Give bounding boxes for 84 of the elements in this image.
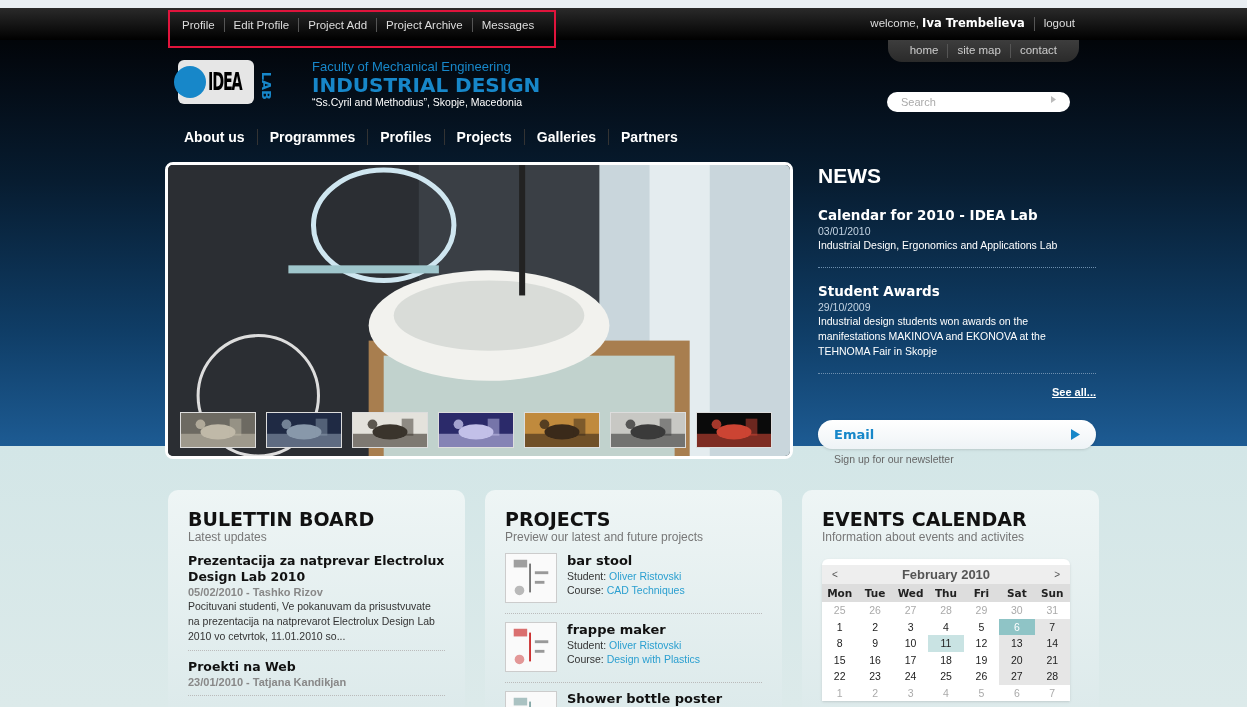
post-title[interactable]: Proekti na Web — [188, 658, 445, 675]
main-nav-link[interactable]: About us — [184, 126, 245, 148]
project-student: Student: Oliver Ristovski — [567, 568, 683, 583]
submit-arrow-icon[interactable] — [1071, 429, 1080, 440]
calendar-day[interactable]: 23 — [857, 668, 893, 685]
department-name: INDUSTRIAL DESIGN — [312, 74, 541, 96]
logout-link[interactable]: logout — [1043, 15, 1075, 33]
calendar-day[interactable]: 7 — [1034, 618, 1070, 636]
calendar-day[interactable]: 27 — [999, 668, 1035, 685]
post-excerpt: Pocituvani studenti, Ve pokanuvam da prisustvuvate na prezentacija na natprevarot Electrolux Design Lab 2010 vo cetvrtok, 11.01.2010 so... — [188, 598, 436, 644]
main-nav-link[interactable]: Galleries — [536, 126, 596, 148]
utility-link[interactable]: home — [909, 42, 939, 60]
email-field[interactable]: Email — [818, 420, 1096, 449]
news-headline[interactable]: Calendar for 2010 - IDEA Lab — [818, 205, 1096, 224]
main-nav-link[interactable]: Partners — [621, 126, 678, 148]
utility-link[interactable]: site map — [957, 42, 1001, 60]
calendar-day[interactable]: 16 — [857, 651, 893, 669]
post-meta: 05/02/2010 - Tashko Rizov — [188, 584, 324, 599]
weekday-header: Tue — [863, 586, 887, 602]
calendar-day[interactable]: 11 — [928, 635, 964, 652]
calendar-day[interactable]: 8 — [822, 635, 858, 652]
calendar-day[interactable]: 13 — [999, 635, 1035, 652]
section-title: BULETTIN BOARD — [188, 507, 376, 530]
weekday-header: Sat — [1006, 586, 1028, 602]
weekday-header: Fri — [972, 586, 991, 602]
section-subtitle: Information about events and activites — [822, 529, 1026, 545]
post-meta: 23/01/2010 - Tatjana Kandikjan — [188, 674, 348, 689]
project-title[interactable]: frappe maker — [567, 621, 701, 638]
next-month-button[interactable]: > — [1054, 567, 1060, 582]
calendar-day[interactable]: 10 — [892, 635, 929, 652]
calendar-day[interactable]: 17 — [892, 651, 929, 669]
news-summary: Industrial Design, Ergonomics and Applications Lab — [818, 237, 1059, 253]
calendar-day[interactable]: 19 — [963, 651, 1000, 669]
section-subtitle: Preview our latest and future projects — [505, 529, 705, 545]
main-nav-link[interactable]: Projects — [456, 126, 512, 148]
main-nav-link[interactable]: Profiles — [380, 126, 432, 148]
newsletter-note: Sign up for our newsletter — [834, 452, 955, 467]
calendar-day[interactable]: 2 — [857, 618, 893, 636]
user-menu-link[interactable]: Edit Profile — [233, 18, 290, 32]
post-title[interactable]: Prezentacija za natprevar Electrolux Design Lab 2010 — [188, 552, 445, 585]
project-course: Course: Design with Plastics — [567, 651, 701, 666]
calendar-day[interactable]: 25 — [928, 668, 964, 685]
news-date: 29/10/2009 — [818, 299, 872, 314]
project-course: Course: CAD Techniques — [567, 582, 685, 597]
calendar-month: February 2010 — [901, 565, 991, 584]
news-date: 03/01/2010 — [818, 223, 872, 238]
news-title: NEWS — [818, 163, 882, 189]
prev-month-button[interactable]: < — [832, 567, 838, 582]
project-title[interactable]: bar stool — [567, 552, 685, 569]
calendar-day[interactable]: 15 — [822, 651, 858, 669]
section-title: EVENTS CALENDAR — [822, 507, 1028, 530]
project-student: Student: Oliver Ristovski — [567, 637, 683, 652]
calendar-day[interactable]: 24 — [892, 668, 929, 685]
section-subtitle: Latest updates — [188, 529, 268, 545]
university-name: “Ss.Cyril and Methodius”, Skopje, Macedonia — [312, 96, 524, 108]
calendar-day[interactable]: 3 — [892, 618, 929, 636]
user-menu-link[interactable]: Project Archive — [386, 18, 463, 32]
calendar-day[interactable]: 22 — [822, 668, 858, 685]
calendar-day[interactable]: 18 — [928, 651, 964, 669]
section-title: PROJECTS — [505, 507, 612, 530]
weekday-header: Sun — [1040, 586, 1065, 602]
news-summary: Industrial design students won awards on the manifestations MAKINOVA and EKONOVA at the TEHNOMA Fair in Skopje — [818, 313, 1047, 359]
calendar-day[interactable]: 4 — [928, 618, 964, 636]
welcome-text: welcome, Iva Trembelieva — [870, 15, 1025, 33]
calendar-day[interactable]: 28 — [1034, 668, 1070, 685]
utility-link[interactable]: contact — [1019, 42, 1057, 60]
calendar-day[interactable]: 1 — [822, 618, 858, 636]
weekday-header: Wed — [896, 586, 925, 602]
weekday-header: Mon — [826, 586, 854, 602]
faculty-name: Faculty of Mechanical Engineering — [312, 60, 512, 74]
weekday-header: Thu — [933, 586, 959, 602]
calendar-day[interactable]: 12 — [963, 635, 1000, 652]
main-nav-link[interactable]: Programmes — [269, 126, 356, 148]
search-field[interactable]: Search — [887, 92, 1070, 112]
calendar-day[interactable]: 9 — [857, 635, 893, 652]
calendar-day[interactable]: 5 — [963, 618, 1000, 636]
calendar-day[interactable]: 26 — [963, 668, 1000, 685]
see-all-link[interactable]: See all... — [1051, 383, 1096, 400]
news-headline[interactable]: Student Awards — [818, 281, 1096, 300]
calendar-day[interactable]: 14 — [1034, 635, 1070, 652]
user-menu-link[interactable]: Profile — [182, 18, 215, 32]
user-menu-link[interactable]: Messages — [481, 18, 535, 32]
user-menu-link[interactable]: Project Add — [308, 18, 368, 32]
project-title[interactable]: Shower bottle poster — [567, 690, 723, 707]
